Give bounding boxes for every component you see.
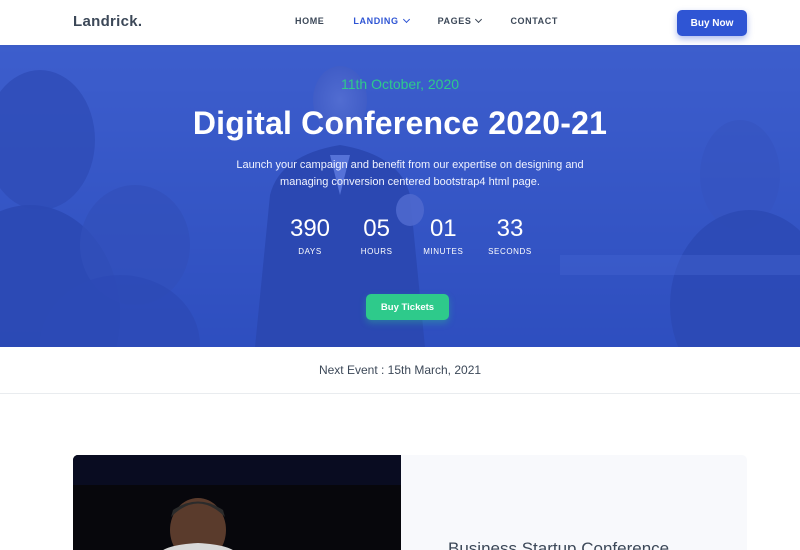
chevron-down-icon (475, 15, 483, 24)
countdown-hours: 05 HOURS (347, 215, 407, 256)
countdown-label: MINUTES (423, 247, 464, 256)
chevron-down-icon (402, 15, 410, 24)
countdown-label: DAYS (298, 247, 322, 256)
event-title: Business Startup Conference (448, 539, 670, 550)
nav-item-home[interactable]: HOME (295, 16, 324, 26)
event-info-panel: Business Startup Conference (401, 455, 747, 550)
countdown-value: 05 (363, 215, 390, 242)
next-event-bar: Next Event : 15th March, 2021 (0, 347, 800, 394)
nav-item-label: HOME (295, 16, 325, 26)
countdown-value: 390 (289, 215, 331, 242)
nav-item-contact[interactable]: CONTACT (510, 16, 558, 26)
hero-title: Digital Conference 2020-21 (192, 105, 608, 141)
countdown-value: 33 (496, 215, 524, 242)
hero-description: Launch your campaign and benefit from ou… (236, 159, 584, 188)
top-navbar: Landrick. HOME LANDING PAGES CONTACT Buy… (0, 0, 800, 45)
countdown-minutes: 01 MINUTES (413, 215, 473, 256)
nav-item-pages[interactable]: PAGES (437, 15, 483, 26)
hero-section: 11th October, 2020 Digital Conference 20… (0, 45, 800, 347)
next-event-text: Next Event : 15th March, 2021 (318, 363, 482, 377)
countdown-label: HOURS (360, 247, 393, 256)
countdown-days: 390 DAYS (280, 215, 340, 256)
speaker-image (73, 455, 401, 550)
nav-item-label: LANDING (353, 16, 399, 26)
hero-content: 11th October, 2020 Digital Conference 20… (0, 45, 800, 347)
main-nav-menu: HOME LANDING PAGES CONTACT (295, 15, 587, 26)
speaker-photo (73, 455, 401, 550)
buy-tickets-button[interactable]: Buy Tickets (366, 294, 449, 320)
countdown-label: SECONDS (488, 247, 532, 256)
buy-now-button[interactable]: Buy Now (677, 10, 747, 36)
brand-logo[interactable]: Landrick. (73, 13, 142, 30)
nav-item-label: CONTACT (510, 16, 558, 26)
nav-item-landing[interactable]: LANDING (353, 15, 410, 26)
event-date: 11th October, 2020 (340, 76, 460, 92)
countdown-timer: 390 DAYS 05 HOURS 01 MINUTES 33 SECONDS (280, 215, 540, 256)
countdown-seconds: 33 SECONDS (480, 215, 540, 256)
nav-item-label: PAGES (437, 16, 472, 26)
countdown-value: 01 (429, 215, 457, 242)
